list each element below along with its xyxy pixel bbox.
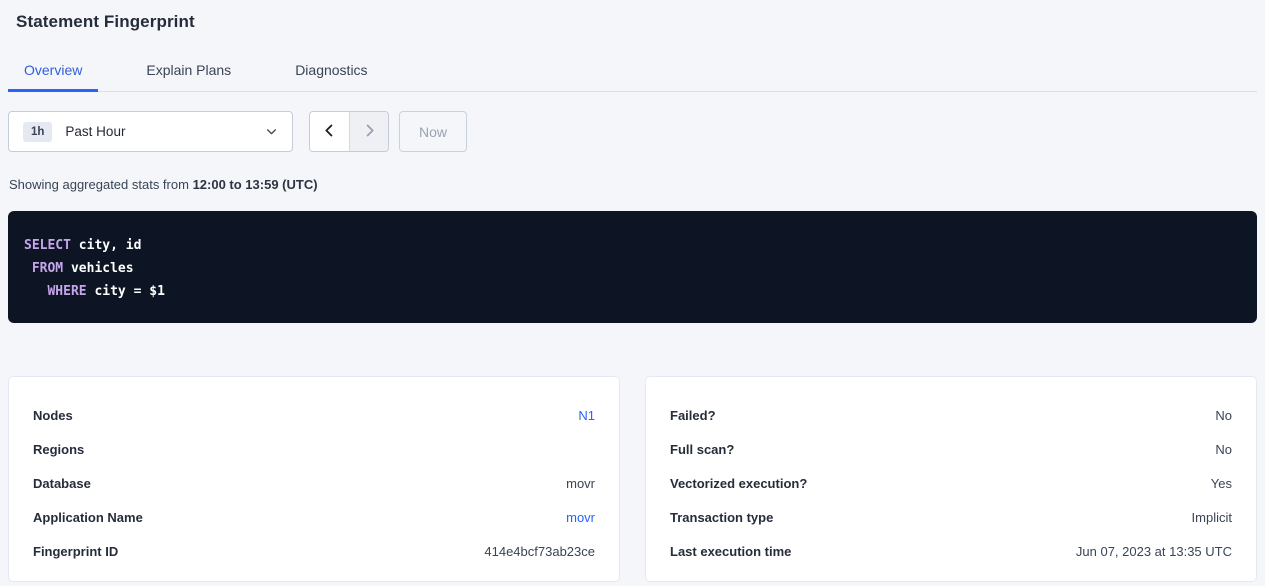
- sql-indent: [24, 284, 47, 299]
- kv-label: Nodes: [33, 408, 73, 423]
- tab-bar: Overview Explain Plans Diagnostics: [8, 56, 1257, 92]
- chevron-left-icon: [322, 123, 337, 141]
- next-time-button[interactable]: [349, 112, 388, 151]
- prev-time-button[interactable]: [310, 112, 349, 151]
- kv-label: Fingerprint ID: [33, 544, 118, 559]
- sql-keyword: FROM: [32, 261, 63, 276]
- kv-value: 414e4bcf73ab23ce: [484, 544, 595, 559]
- aggregated-stats-summary: Showing aggregated stats from 12:00 to 1…: [8, 177, 1257, 192]
- sql-text: city = $1: [87, 284, 165, 299]
- execution-attributes-card: Failed? No Full scan? No Vectorized exec…: [645, 376, 1257, 582]
- time-range-label: Past Hour: [65, 124, 125, 139]
- time-picker-row: 1h Past Hour Now: [8, 111, 1257, 152]
- sql-text: city, id: [71, 238, 141, 253]
- sql-keyword: SELECT: [24, 238, 71, 253]
- kv-row-last-execution-time: Last execution time Jun 07, 2023 at 13:3…: [670, 534, 1232, 568]
- tab-explain-plans[interactable]: Explain Plans: [130, 56, 247, 92]
- kv-row-regions: Regions: [33, 432, 595, 466]
- kv-row-fingerprint-id: Fingerprint ID 414e4bcf73ab23ce: [33, 534, 595, 568]
- kv-value: Jun 07, 2023 at 13:35 UTC: [1076, 544, 1232, 559]
- kv-value: No: [1215, 408, 1232, 423]
- time-step-buttons: [309, 111, 389, 152]
- kv-label: Last execution time: [670, 544, 791, 559]
- application-name-link[interactable]: movr: [566, 510, 595, 525]
- kv-row-application-name: Application Name movr: [33, 500, 595, 534]
- kv-label: Transaction type: [670, 510, 773, 525]
- kv-row-failed: Failed? No: [670, 398, 1232, 432]
- sql-statement-box: SELECT city, id FROM vehicles WHERE city…: [8, 211, 1257, 323]
- kv-value: Implicit: [1192, 510, 1232, 525]
- stats-prefix: Showing aggregated stats from: [9, 177, 189, 192]
- kv-row-vectorized: Vectorized execution? Yes: [670, 466, 1232, 500]
- kv-label: Failed?: [670, 408, 716, 423]
- kv-label: Regions: [33, 442, 84, 457]
- kv-label: Database: [33, 476, 91, 491]
- chevron-down-icon: [265, 125, 278, 138]
- statement-fingerprint-page: Statement Fingerprint Overview Explain P…: [0, 0, 1265, 582]
- time-range-dropdown[interactable]: 1h Past Hour: [8, 111, 293, 152]
- sql-statement: SELECT city, id FROM vehicles WHERE city…: [24, 234, 1241, 303]
- interval-badge: 1h: [23, 122, 52, 142]
- kv-label: Application Name: [33, 510, 143, 525]
- tab-overview[interactable]: Overview: [8, 56, 98, 92]
- kv-label: Vectorized execution?: [670, 476, 807, 491]
- sql-keyword: WHERE: [47, 284, 86, 299]
- kv-value: No: [1215, 442, 1232, 457]
- sql-text: vehicles: [63, 261, 133, 276]
- now-button[interactable]: Now: [399, 111, 467, 152]
- kv-label: Full scan?: [670, 442, 734, 457]
- sql-indent: [24, 261, 32, 276]
- stats-range: 12:00 to 13:59 (UTC): [193, 177, 318, 192]
- kv-value: movr: [566, 476, 595, 491]
- chevron-right-icon: [362, 123, 377, 141]
- kv-row-database: Database movr: [33, 466, 595, 500]
- nodes-link[interactable]: N1: [578, 408, 595, 423]
- kv-value: Yes: [1211, 476, 1232, 491]
- kv-row-full-scan: Full scan? No: [670, 432, 1232, 466]
- detail-cards: Nodes N1 Regions Database movr Applicati…: [8, 376, 1257, 582]
- kv-row-nodes: Nodes N1: [33, 398, 595, 432]
- kv-row-transaction-type: Transaction type Implicit: [670, 500, 1232, 534]
- statement-details-card: Nodes N1 Regions Database movr Applicati…: [8, 376, 620, 582]
- page-title: Statement Fingerprint: [8, 0, 1257, 32]
- tab-diagnostics[interactable]: Diagnostics: [279, 56, 383, 92]
